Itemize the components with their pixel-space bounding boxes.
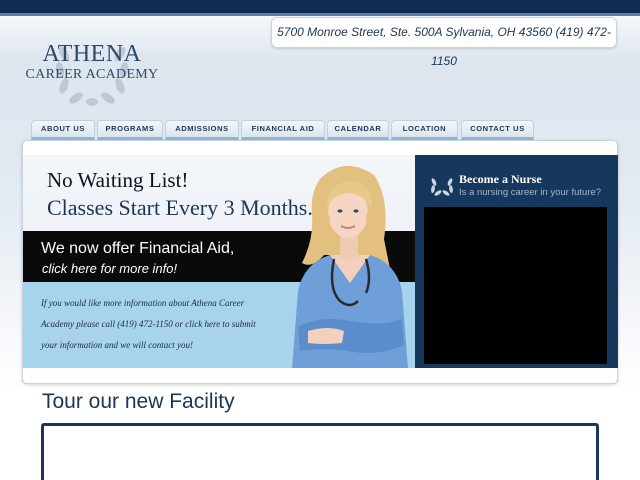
top-bar: [0, 0, 640, 13]
video-panel-title: Become a Nurse: [459, 172, 542, 186]
tab-programs[interactable]: PROGRAMS: [97, 120, 163, 140]
tour-heading: Tour our new Facility: [42, 390, 235, 413]
video-panel-subtitle: Is a nursing career in your future?: [459, 187, 602, 198]
tab-financial-aid[interactable]: FINANCIAL AID: [241, 120, 325, 140]
tab-about-us[interactable]: ABOUT US: [31, 120, 95, 140]
top-bar-accent: [0, 13, 640, 16]
hero-headline: No Waiting List!: [47, 168, 189, 192]
laurel-wreath-icon: [431, 178, 453, 196]
financial-aid-title: We now offer Financial Aid,: [41, 240, 235, 257]
facility-tour-frame[interactable]: [41, 423, 599, 480]
tab-admissions[interactable]: ADMISSIONS: [165, 120, 239, 140]
nurse-photo: [292, 165, 408, 368]
financial-aid-link[interactable]: click here for more info!: [42, 261, 177, 276]
address-box: 5700 Monroe Street, Ste. 500A Sylvania, …: [271, 17, 617, 68]
tab-contact-us[interactable]: CONTACT US: [461, 120, 534, 140]
video-panel: Become a Nurse Is a nursing career in yo…: [415, 155, 618, 368]
tab-calendar[interactable]: CALENDAR: [327, 120, 389, 140]
contact-info-text[interactable]: If you would like more information about…: [41, 293, 271, 356]
logo-title: ATHENA: [42, 41, 142, 67]
video-player[interactable]: [424, 207, 607, 364]
hero-subheadline: Classes Start Every 3 Months.: [47, 195, 313, 220]
tab-location[interactable]: LOCATION: [391, 120, 458, 140]
hero-banner: No Waiting List! Classes Start Every 3 M…: [23, 155, 415, 368]
site-logo[interactable]: ATHENA CAREER ACADEMY: [22, 30, 162, 110]
logo-subtitle: CAREER ACADEMY: [25, 67, 159, 82]
